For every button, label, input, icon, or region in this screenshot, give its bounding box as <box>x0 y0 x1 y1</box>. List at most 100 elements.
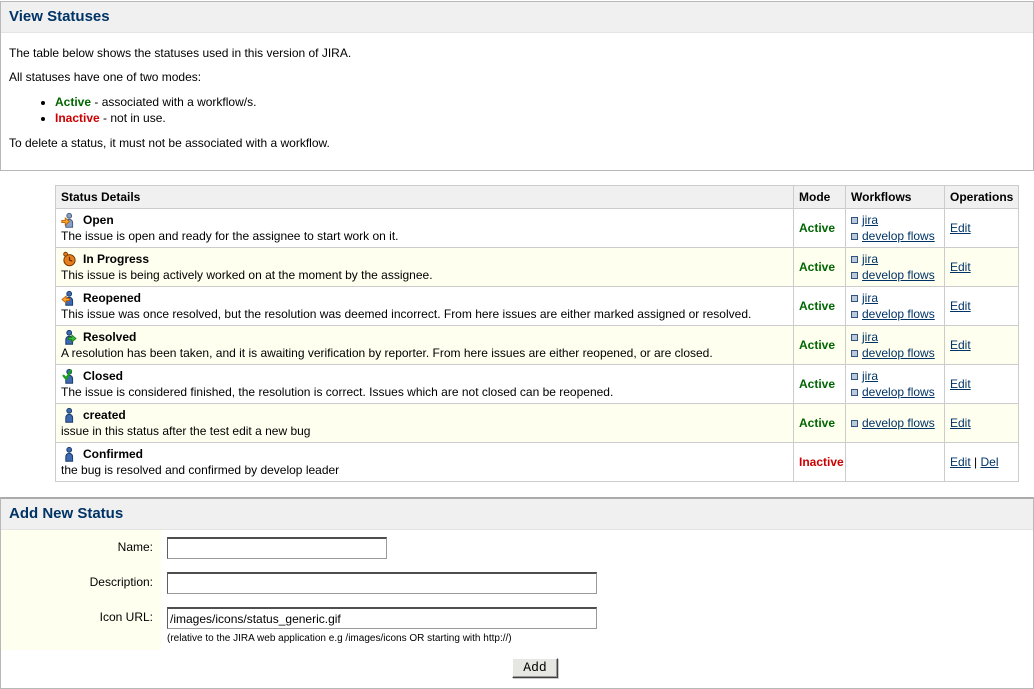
edit-operation-link[interactable]: Edit <box>950 455 971 469</box>
table-header-row: Status Details Mode Workflows Operations <box>56 186 1019 209</box>
operation-separator: | <box>971 455 981 469</box>
workflow-link[interactable]: develop flows <box>862 268 935 282</box>
status-details-cell: ClosedThe issue is considered finished, … <box>56 365 794 404</box>
add-new-status-header: Add New Status <box>1 499 1033 530</box>
edit-operation-link[interactable]: Edit <box>950 299 971 313</box>
workflow-link[interactable]: jira <box>862 330 878 344</box>
status-table-wrap: Status Details Mode Workflows Operations… <box>55 185 1018 482</box>
table-row: ReopenedThis issue was once resolved, bu… <box>56 287 1019 326</box>
edit-operation-link[interactable]: Edit <box>950 221 971 235</box>
edit-operation-link[interactable]: Edit <box>950 377 971 391</box>
operations-cell: Edit <box>945 365 1019 404</box>
status-open-icon <box>61 212 77 228</box>
edit-operation-link[interactable]: Edit <box>950 260 971 274</box>
mode-cell: Inactive <box>794 443 846 482</box>
status-name: In Progress <box>61 251 788 268</box>
status-table-body: OpenThe issue is open and ready for the … <box>56 209 1019 482</box>
status-mode: Inactive <box>799 455 844 469</box>
table-row: createdissue in this status after the te… <box>56 404 1019 443</box>
status-mode: Active <box>799 416 835 430</box>
status-description: A resolution has been taken, and it is a… <box>61 346 788 361</box>
status-generic-icon <box>61 407 77 423</box>
workflow-link[interactable]: develop flows <box>862 307 935 321</box>
table-row: In ProgressThis issue is being actively … <box>56 248 1019 287</box>
operations-cell: Edit <box>945 248 1019 287</box>
status-details-cell: createdissue in this status after the te… <box>56 404 794 443</box>
intro-text: The table below shows the statuses used … <box>1 33 1033 170</box>
add-status-form: Name: Description: Icon URL: (relative t… <box>1 530 1033 688</box>
icon-url-label: Icon URL: <box>1 600 161 650</box>
button-row: Add <box>1 650 1033 688</box>
mode-cell: Active <box>794 287 846 326</box>
square-bullet-icon <box>851 256 858 263</box>
mode-item-inactive: Inactive - not in use. <box>55 111 1025 125</box>
del-operation-link[interactable]: Del <box>980 455 998 469</box>
square-bullet-icon <box>851 295 858 302</box>
workflow-link[interactable]: jira <box>862 291 878 305</box>
workflow-link[interactable]: develop flows <box>862 416 935 430</box>
view-statuses-panel: View Statuses The table below shows the … <box>0 1 1034 171</box>
name-row: Name: <box>1 530 1033 565</box>
status-mode: Active <box>799 260 835 274</box>
operations-cell: Edit | Del <box>945 443 1019 482</box>
square-bullet-icon <box>851 420 858 427</box>
edit-operation-link[interactable]: Edit <box>950 416 971 430</box>
icon-url-hint: (relative to the JIRA web application e.… <box>167 633 597 644</box>
square-bullet-icon <box>851 217 858 224</box>
status-name: created <box>61 407 788 424</box>
table-row: Confirmedthe bug is resolved and confirm… <box>56 443 1019 482</box>
status-name: Resolved <box>61 329 788 346</box>
workflow-link[interactable]: develop flows <box>862 385 935 399</box>
active-desc: - associated with a workflow/s. <box>91 95 256 109</box>
workflows-cell: jira develop flows <box>846 248 945 287</box>
status-reopened-icon <box>61 290 77 306</box>
operations-cell: Edit <box>945 209 1019 248</box>
mode-list: Active - associated with a workflow/s. I… <box>9 95 1025 125</box>
status-description: The issue is considered finished, the re… <box>61 385 788 400</box>
square-bullet-icon <box>851 389 858 396</box>
workflows-cell: jira develop flows <box>846 287 945 326</box>
description-input[interactable] <box>167 572 597 594</box>
status-details-cell: ReopenedThis issue was once resolved, bu… <box>56 287 794 326</box>
edit-operation-link[interactable]: Edit <box>950 338 971 352</box>
status-description: The issue is open and ready for the assi… <box>61 229 788 244</box>
workflow-link[interactable]: develop flows <box>862 346 935 360</box>
status-details-cell: ResolvedA resolution has been taken, and… <box>56 326 794 365</box>
status-details-cell: In ProgressThis issue is being actively … <box>56 248 794 287</box>
operations-cell: Edit <box>945 287 1019 326</box>
intro-line-3: To delete a status, it must not be assoc… <box>9 136 1025 150</box>
mode-cell: Active <box>794 404 846 443</box>
inactive-term: Inactive <box>55 111 100 125</box>
status-closed-icon <box>61 368 77 384</box>
status-details-cell: Confirmedthe bug is resolved and confirm… <box>56 443 794 482</box>
mode-item-active: Active - associated with a workflow/s. <box>55 95 1025 109</box>
workflows-cell: jira develop flows <box>846 209 945 248</box>
workflow-link[interactable]: jira <box>862 213 878 227</box>
workflows-cell <box>846 443 945 482</box>
view-statuses-header: View Statuses <box>1 2 1033 33</box>
workflows-cell: develop flows <box>846 404 945 443</box>
icon-url-input[interactable] <box>167 607 597 629</box>
mode-cell: Active <box>794 365 846 404</box>
name-label: Name: <box>1 530 161 565</box>
status-mode: Active <box>799 221 835 235</box>
status-table: Status Details Mode Workflows Operations… <box>55 185 1019 482</box>
status-mode: Active <box>799 338 835 352</box>
status-description: issue in this status after the test edit… <box>61 424 788 439</box>
mode-cell: Active <box>794 248 846 287</box>
description-row: Description: <box>1 565 1033 600</box>
workflow-link[interactable]: develop flows <box>862 229 935 243</box>
status-description: This issue was once resolved, but the re… <box>61 307 788 322</box>
status-description: This issue is being actively worked on a… <box>61 268 788 283</box>
table-row: ClosedThe issue is considered finished, … <box>56 365 1019 404</box>
col-header-mode: Mode <box>794 186 846 209</box>
square-bullet-icon <box>851 272 858 279</box>
workflow-link[interactable]: jira <box>862 252 878 266</box>
intro-line-1: The table below shows the statuses used … <box>9 46 1025 60</box>
workflow-link[interactable]: jira <box>862 369 878 383</box>
operations-cell: Edit <box>945 326 1019 365</box>
add-button[interactable]: Add <box>512 658 557 678</box>
form-title: Add New Status <box>9 505 1025 522</box>
name-input[interactable] <box>167 537 387 559</box>
square-bullet-icon <box>851 350 858 357</box>
